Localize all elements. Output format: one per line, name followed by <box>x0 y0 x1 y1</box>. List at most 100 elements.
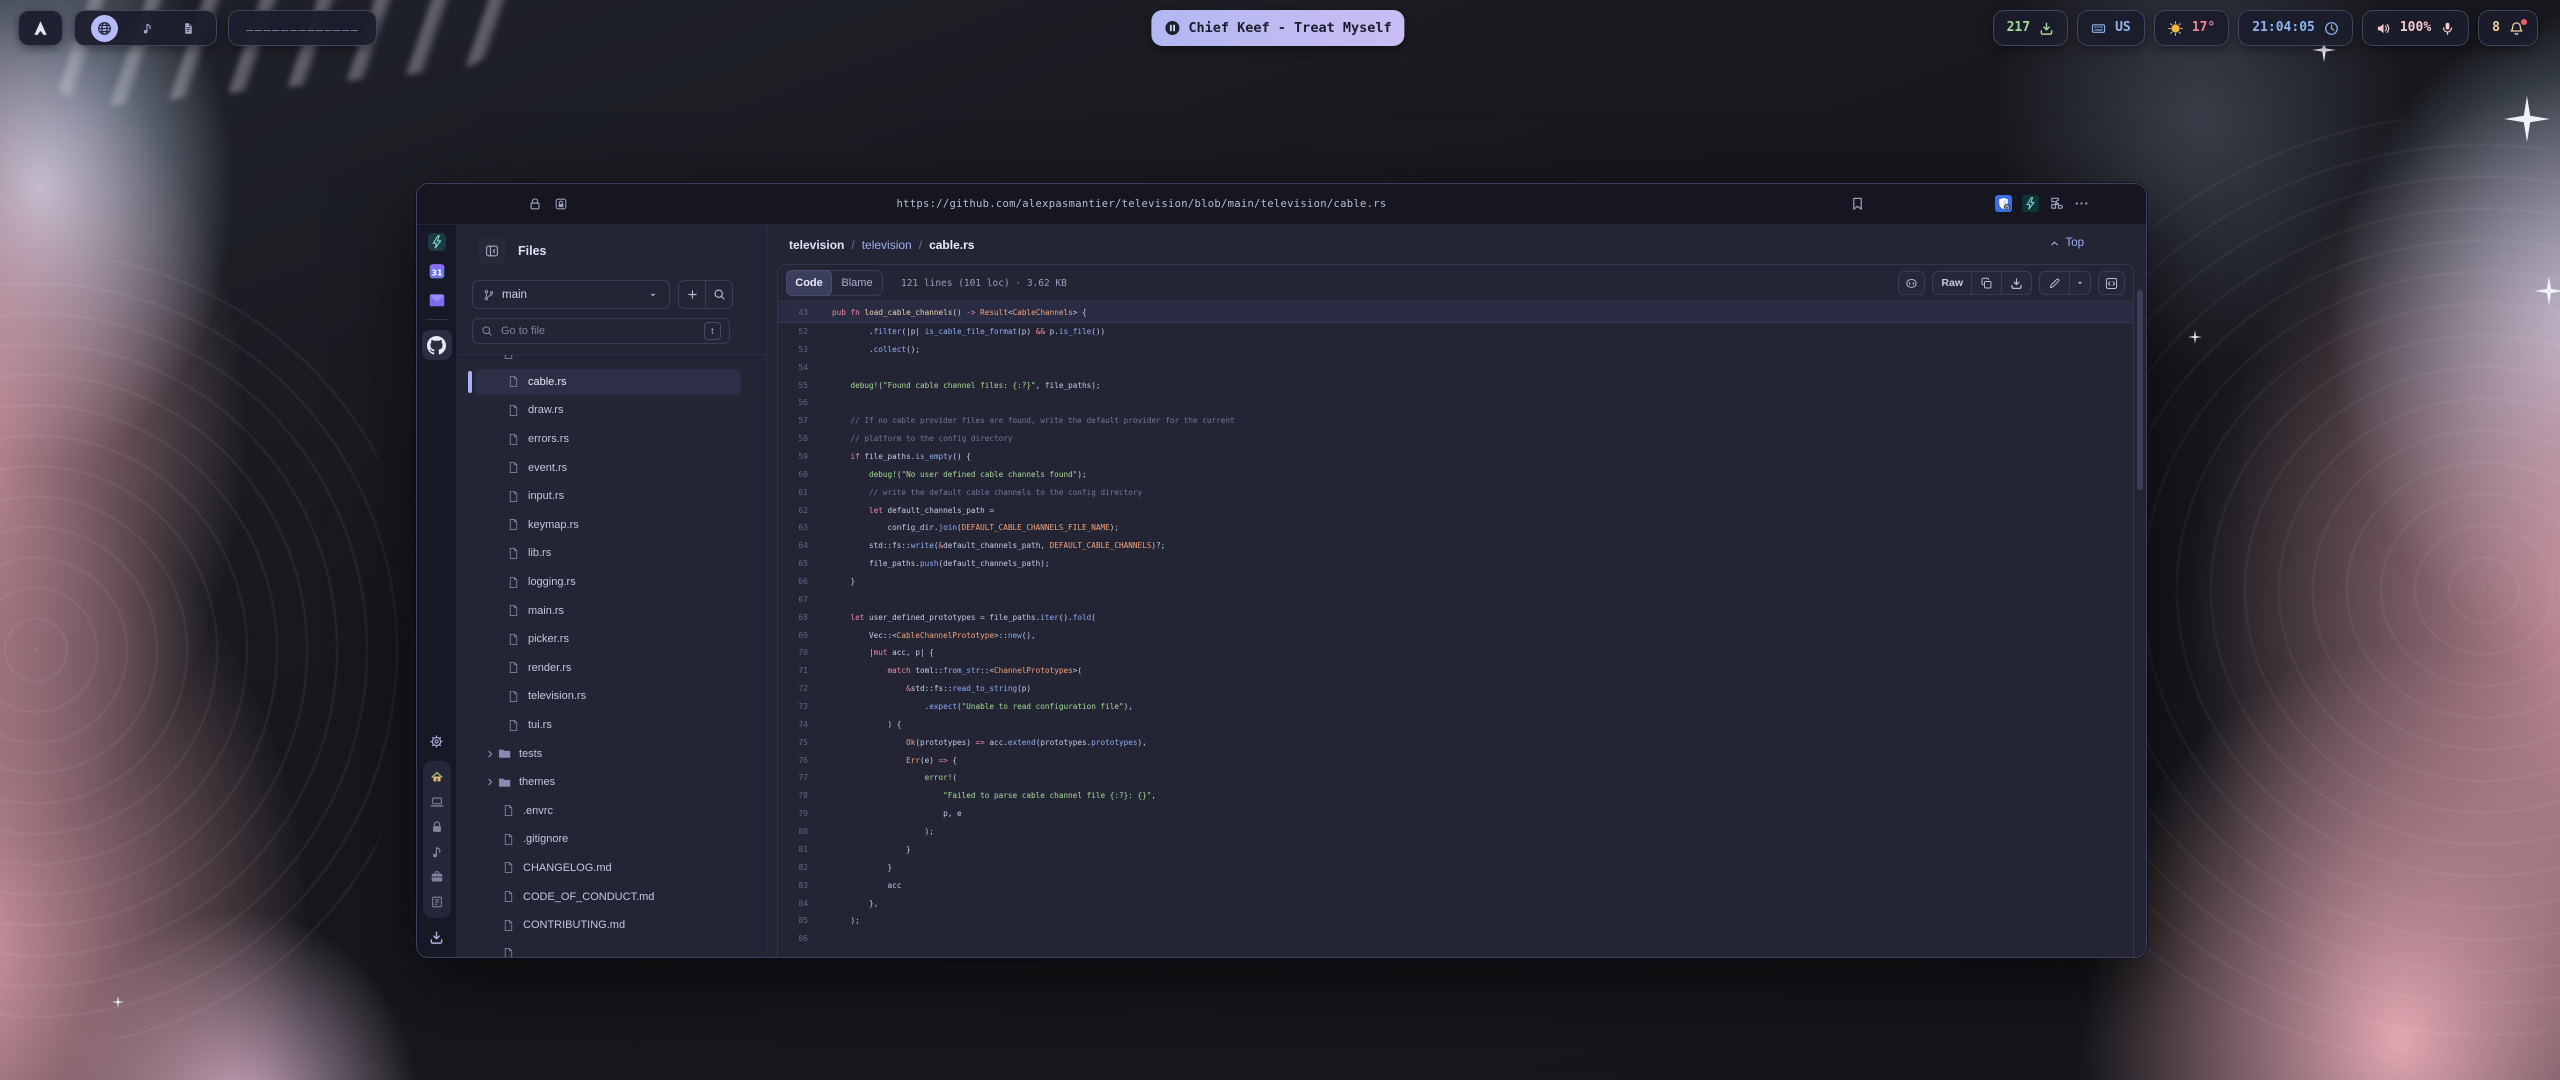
line-number[interactable]: 61 <box>778 484 808 502</box>
breadcrumb-dir[interactable]: television <box>862 238 912 252</box>
workspace-globe[interactable] <box>91 15 118 42</box>
tree-item-main.rs[interactable]: main.rs <box>457 596 766 625</box>
line-number[interactable]: 65 <box>778 555 808 573</box>
line-number[interactable]: 55 <box>778 377 808 395</box>
copy-button[interactable] <box>1971 272 2001 294</box>
workspace-house-button[interactable] <box>430 770 444 784</box>
status-audio[interactable]: 100% <box>2362 10 2469 46</box>
new-file-button[interactable] <box>679 281 705 308</box>
tree-item-CONTRIBUTING.md[interactable]: CONTRIBUTING.md <box>457 911 766 940</box>
tree-item-input.rs[interactable]: input.rs <box>457 482 766 511</box>
branch-selector[interactable]: main <box>472 280 670 309</box>
workspace-document[interactable] <box>176 13 200 43</box>
line-number[interactable]: 67 <box>778 591 808 609</box>
pinned-tab-calendar-31[interactable]: 31 <box>428 262 446 280</box>
tree-item-render.rs[interactable]: render.rs <box>457 654 766 683</box>
collapse-sidebar-button[interactable] <box>478 238 506 264</box>
active-tab-github[interactable] <box>422 330 452 360</box>
line-number[interactable]: 52 <box>778 323 808 341</box>
line-number[interactable]: 72 <box>778 680 808 698</box>
line-number[interactable]: 74 <box>778 716 808 734</box>
line-number[interactable]: 76 <box>778 752 808 770</box>
line-number[interactable]: 59 <box>778 448 808 466</box>
workspace-notes-button[interactable] <box>430 895 444 909</box>
line-number[interactable]: 56 <box>778 394 808 412</box>
browser-urlbar[interactable]: https://github.com/alexpasmantier/televi… <box>417 184 2146 225</box>
line-number[interactable]: 81 <box>778 841 808 859</box>
status-weather[interactable]: 17° <box>2154 10 2229 46</box>
status-clock[interactable]: 21:04:05 <box>2238 10 2353 46</box>
goto-file-input[interactable] <box>499 324 698 338</box>
line-number[interactable]: 60 <box>778 466 808 484</box>
tree-item-picker.rs[interactable]: picker.rs <box>457 625 766 654</box>
line-number[interactable]: 68 <box>778 609 808 627</box>
line-number[interactable]: 83 <box>778 877 808 895</box>
line-number[interactable]: 69 <box>778 627 808 645</box>
line-number[interactable]: 66 <box>778 573 808 591</box>
workspace-padlock-button[interactable] <box>430 820 444 834</box>
scrollbar-thumb[interactable] <box>2137 290 2143 490</box>
line-number[interactable]: 62 <box>778 502 808 520</box>
tree-item-lib.rs[interactable]: lib.rs <box>457 539 766 568</box>
tree-item-draw.rs[interactable]: draw.rs <box>457 396 766 425</box>
line-number[interactable]: 78 <box>778 787 808 805</box>
status-notifications[interactable]: 8 <box>2478 10 2538 46</box>
tree-item-tests[interactable]: tests <box>457 739 766 768</box>
status-updates[interactable]: 217 <box>1993 10 2068 46</box>
tree-item-tui.rs[interactable]: tui.rs <box>457 711 766 740</box>
downloads-button[interactable] <box>429 930 444 945</box>
tree-item-television.rs[interactable]: television.rs <box>457 682 766 711</box>
line-number[interactable]: 77 <box>778 769 808 787</box>
tree-item-event.rs[interactable]: event.rs <box>457 453 766 482</box>
breadcrumb-repo[interactable]: television <box>789 238 844 252</box>
symbols-panel-button[interactable] <box>2098 271 2125 295</box>
launcher-button[interactable] <box>18 10 63 46</box>
line-number[interactable]: 86 <box>778 930 808 948</box>
tree-item-.gitignore[interactable]: .gitignore <box>457 825 766 854</box>
tree-item-logging.rs[interactable]: logging.rs <box>457 568 766 597</box>
workspace-music-note-button[interactable] <box>430 845 444 859</box>
copilot-button[interactable] <box>1898 271 1925 295</box>
line-number[interactable]: 71 <box>778 662 808 680</box>
status-keyboard-layout[interactable]: US <box>2077 10 2145 46</box>
tab-code[interactable]: Code <box>786 270 832 296</box>
pinned-tab-mail[interactable] <box>428 291 446 309</box>
url-text[interactable]: https://github.com/alexpasmantier/televi… <box>567 184 1716 224</box>
scroll-to-top-link[interactable]: Top <box>2049 237 2084 249</box>
tree-item-errors.rs[interactable]: errors.rs <box>457 425 766 454</box>
window-title-pill[interactable]: _____________ <box>228 10 377 46</box>
workspace-music-note[interactable] <box>135 13 159 43</box>
window-scrollbar[interactable] <box>2137 230 2143 951</box>
raw-button[interactable]: Raw <box>1933 272 1971 294</box>
line-number[interactable]: 73 <box>778 698 808 716</box>
line-number[interactable]: 64 <box>778 537 808 555</box>
workspace-briefcase-button[interactable] <box>430 870 444 884</box>
search-tree-button[interactable] <box>705 281 732 308</box>
tree-item-keymap.rs[interactable]: keymap.rs <box>457 511 766 540</box>
line-number[interactable]: 63 <box>778 519 808 537</box>
line-number[interactable]: 84 <box>778 895 808 913</box>
edit-button[interactable] <box>2040 272 2069 294</box>
tree-item-themes[interactable]: themes <box>457 768 766 797</box>
tree-item-.envrc[interactable]: .envrc <box>457 797 766 826</box>
tree-item-CODE_OF_CONDUCT.md[interactable]: CODE_OF_CONDUCT.md <box>457 882 766 911</box>
line-number[interactable]: 53 <box>778 341 808 359</box>
tree-item-CHANGELOG.md[interactable]: CHANGELOG.md <box>457 854 766 883</box>
puzzle-icon[interactable] <box>2049 196 2064 211</box>
download-raw-button[interactable] <box>2001 272 2031 294</box>
line-number[interactable]: 57 <box>778 412 808 430</box>
line-number[interactable]: 79 <box>778 805 808 823</box>
line-number[interactable]: 58 <box>778 430 808 448</box>
line-number[interactable]: 70 <box>778 644 808 662</box>
workspace-laptop-button[interactable] <box>430 795 444 809</box>
line-number[interactable]: 75 <box>778 734 808 752</box>
ellipsis-icon[interactable] <box>2074 196 2089 211</box>
edit-dropdown-button[interactable] <box>2069 272 2090 294</box>
line-number[interactable]: 82 <box>778 859 808 877</box>
goto-file-box[interactable]: t <box>472 318 730 344</box>
tab-blame[interactable]: Blame <box>832 277 882 289</box>
line-number[interactable]: 43 <box>778 304 808 322</box>
site-info-icon[interactable] <box>554 197 568 211</box>
bookmark-icon[interactable] <box>1850 196 1865 211</box>
settings-button[interactable] <box>429 734 444 749</box>
